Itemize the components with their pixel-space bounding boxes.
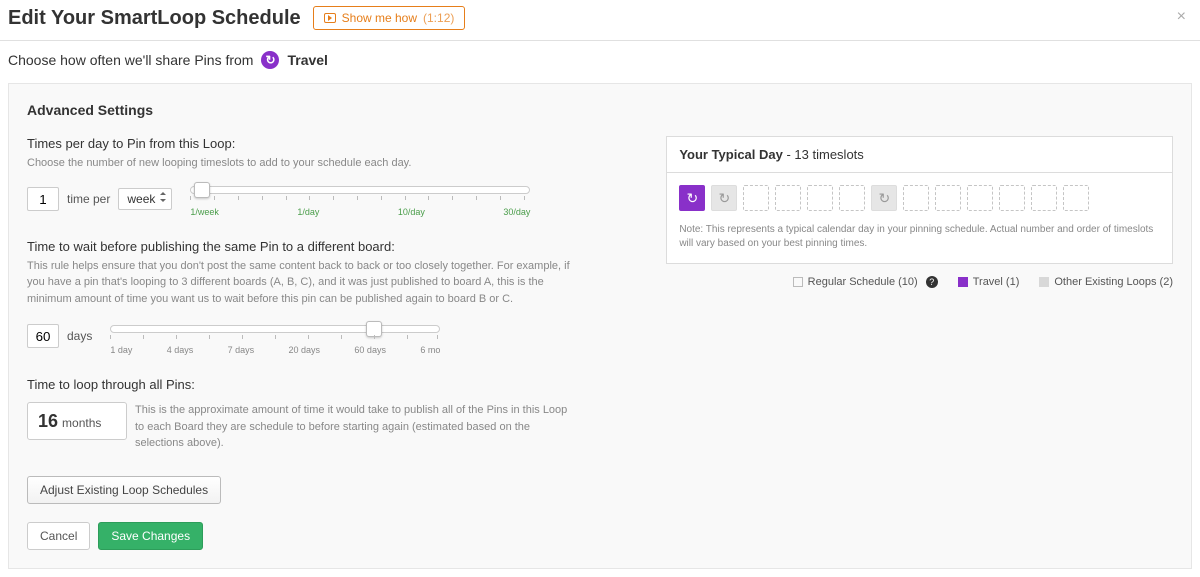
wait-scale-e: 60 days: [354, 345, 386, 355]
page-title: Edit Your SmartLoop Schedule: [8, 7, 301, 30]
times-per-day-title: Times per day to Pin from this Loop:: [27, 136, 646, 151]
save-button[interactable]: Save Changes: [98, 522, 203, 550]
refresh-icon: ↻: [718, 190, 730, 207]
swatch-other: [1039, 277, 1049, 287]
timeslot-empty: [935, 185, 961, 211]
timeslot-empty: [1063, 185, 1089, 211]
timeslot-other: ↻: [871, 185, 897, 211]
refresh-icon: ↻: [878, 190, 890, 207]
typical-day-count: - 13 timeslots: [783, 147, 864, 162]
wait-input[interactable]: [27, 324, 59, 348]
timeslot-empty: [1031, 185, 1057, 211]
times-slider[interactable]: 1/week 1/day 10/day 30/day: [190, 182, 530, 217]
close-icon[interactable]: ×: [1177, 8, 1186, 26]
times-scale-max: 30/day: [503, 207, 530, 217]
per-label: time per: [67, 192, 110, 206]
timeslot-empty: [903, 185, 929, 211]
play-icon: [324, 13, 336, 23]
show-me-how-button[interactable]: Show me how (1:12): [313, 6, 466, 30]
wait-help: This rule helps ensure that you don't po…: [27, 258, 587, 308]
timeslot-empty: [807, 185, 833, 211]
choose-frequency-text: Choose how often we'll share Pins from: [8, 52, 253, 68]
swatch-regular: [793, 277, 803, 287]
legend-travel: Travel (1): [973, 276, 1020, 288]
loop-time-display: 16 months: [27, 402, 127, 440]
wait-scale-c: 7 days: [228, 345, 255, 355]
legend-other: Other Existing Loops (2): [1054, 276, 1173, 288]
loop-name: Travel: [287, 52, 327, 68]
refresh-icon: ↻: [686, 190, 698, 207]
timeslot-empty: [743, 185, 769, 211]
wait-unit: days: [67, 329, 92, 343]
timeslot-empty: [967, 185, 993, 211]
wait-slider[interactable]: 1 day 4 days 7 days 20 days 60 days 6 mo: [110, 317, 440, 355]
adjust-loops-button[interactable]: Adjust Existing Loop Schedules: [27, 476, 221, 504]
timeslot-travel: ↻: [679, 185, 705, 211]
show-me-how-label: Show me how: [342, 11, 417, 25]
loop-icon: ↻: [261, 51, 279, 69]
times-per-day-help: Choose the number of new looping timeslo…: [27, 155, 587, 172]
typical-day-note: Note: This represents a typical calendar…: [679, 223, 1160, 251]
per-unit-value: week: [127, 192, 155, 206]
wait-scale-a: 1 day: [110, 345, 132, 355]
times-scale-mid2: 10/day: [398, 207, 425, 217]
times-scale-mid1: 1/day: [297, 207, 319, 217]
loop-time-title: Time to loop through all Pins:: [27, 377, 646, 392]
help-icon[interactable]: ?: [926, 276, 938, 288]
timeslot-empty: [839, 185, 865, 211]
typical-day-header: Your Typical Day - 13 timeslots: [667, 137, 1172, 173]
show-me-how-time: (1:12): [423, 11, 454, 25]
legend: Regular Schedule (10)? Travel (1) Other …: [666, 276, 1173, 288]
wait-title: Time to wait before publishing the same …: [27, 239, 646, 254]
typical-day-title: Your Typical Day: [679, 147, 783, 162]
per-unit-select[interactable]: week: [118, 188, 172, 210]
loop-time-unit: months: [62, 416, 101, 430]
wait-scale-d: 20 days: [289, 345, 321, 355]
times-input[interactable]: [27, 187, 59, 211]
loop-time-value: 16: [38, 411, 58, 432]
timeslot-empty: [999, 185, 1025, 211]
timeslot-other: ↻: [711, 185, 737, 211]
swatch-travel: [958, 277, 968, 287]
times-scale-min: 1/week: [190, 207, 219, 217]
typical-day-panel: Your Typical Day - 13 timeslots ↻ ↻ ↻: [666, 136, 1173, 264]
wait-scale-f: 6 mo: [420, 345, 440, 355]
wait-scale-b: 4 days: [167, 345, 194, 355]
timeslot-row: ↻ ↻ ↻: [679, 185, 1160, 211]
legend-regular: Regular Schedule (10): [808, 276, 918, 288]
timeslot-empty: [775, 185, 801, 211]
loop-time-help: This is the approximate amount of time i…: [135, 402, 575, 452]
advanced-settings-title: Advanced Settings: [27, 102, 1173, 118]
cancel-button[interactable]: Cancel: [27, 522, 90, 550]
